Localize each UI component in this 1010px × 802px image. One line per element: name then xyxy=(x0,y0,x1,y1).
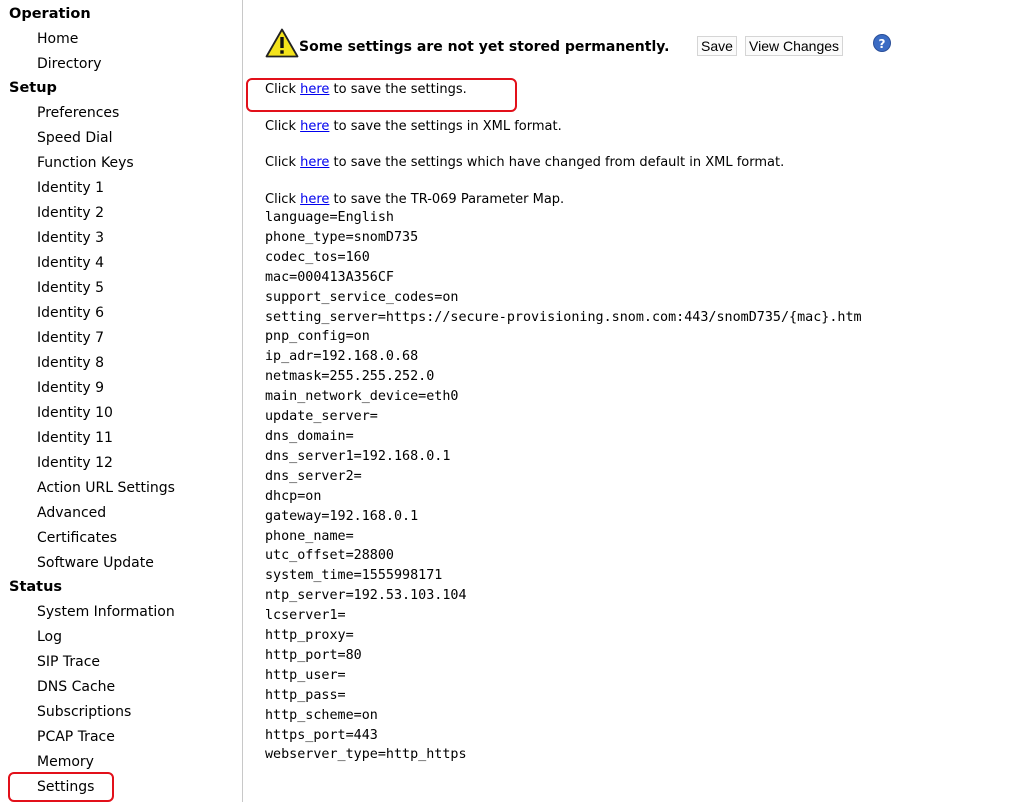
setting-line: http_user= xyxy=(265,667,346,683)
setting-line: phone_name= xyxy=(265,528,354,544)
setting-line: http_pass= xyxy=(265,687,346,703)
nav-item-certificates[interactable]: Certificates xyxy=(37,529,117,547)
setting-line: pnp_config=on xyxy=(265,329,370,345)
save-tr069-link[interactable]: here xyxy=(300,192,329,207)
nav-item-directory[interactable]: Directory xyxy=(37,55,102,73)
section-heading-status: Status xyxy=(9,579,63,595)
setting-line: http_port=80 xyxy=(265,647,362,663)
setting-line: mac=000413A356CF xyxy=(265,269,394,285)
save-changed-xml-line: Click here to save the settings which ha… xyxy=(265,155,785,170)
setting-line: language=English xyxy=(265,210,394,225)
save-xml-link[interactable]: here xyxy=(300,119,329,134)
setting-line: gateway=192.168.0.1 xyxy=(265,508,419,524)
setting-line: dhcp=on xyxy=(265,488,322,504)
nav-item-function-keys[interactable]: Function Keys xyxy=(37,154,134,172)
setting-line: utc_offset=28800 xyxy=(265,548,394,564)
settings-dump: language=English phone_type=snomD735codec… xyxy=(265,208,862,765)
nav-item-dns-cache[interactable]: DNS Cache xyxy=(37,678,115,696)
setting-line: ip_adr=192.168.0.68 xyxy=(265,349,419,365)
setting-line: netmask=255.255.252.0 xyxy=(265,369,435,385)
nav-item-identity-9[interactable]: Identity 9 xyxy=(37,379,104,397)
setting-line: http_scheme=on xyxy=(265,707,378,723)
setting-line: update_server= xyxy=(265,409,378,425)
nav-item-identity-12[interactable]: Identity 12 xyxy=(37,454,113,472)
nav-item-identity-1[interactable]: Identity 1 xyxy=(37,179,104,197)
help-icon[interactable]: ? xyxy=(873,34,891,52)
nav-item-identity-3[interactable]: Identity 3 xyxy=(37,229,104,247)
setting-line: setting_server=https://secure-provisioni… xyxy=(265,309,862,325)
setting-line: dns_domain= xyxy=(265,428,354,444)
section-heading-operation: Operation xyxy=(9,6,91,22)
nav-item-identity-7[interactable]: Identity 7 xyxy=(37,329,104,347)
nav-item-identity-10[interactable]: Identity 10 xyxy=(37,404,113,422)
nav-item-identity-6[interactable]: Identity 6 xyxy=(37,304,104,322)
section-heading-setup: Setup xyxy=(9,80,57,96)
unsaved-notice-text: Some settings are not yet stored permane… xyxy=(299,39,670,55)
nav-item-advanced[interactable]: Advanced xyxy=(37,504,106,522)
settings-highlight-box xyxy=(8,772,114,802)
setting-line: codec_tos=160 xyxy=(265,249,370,265)
setting-line: https_port=443 xyxy=(265,727,378,743)
nav-item-identity-4[interactable]: Identity 4 xyxy=(37,254,104,272)
setting-line: dns_server1=192.168.0.1 xyxy=(265,448,451,464)
nav-item-subscriptions[interactable]: Subscriptions xyxy=(37,703,131,721)
setting-line: dns_server2= xyxy=(265,468,362,484)
view-changes-button[interactable]: View Changes xyxy=(745,36,844,56)
nav-item-software-update[interactable]: Software Update xyxy=(37,554,154,572)
warning-icon xyxy=(265,28,299,58)
save-button[interactable]: Save xyxy=(697,36,737,56)
save-tr069-line: Click here to save the TR-069 Parameter … xyxy=(265,192,565,207)
nav-item-system-information[interactable]: System Information xyxy=(37,603,175,621)
nav-item-log[interactable]: Log xyxy=(37,628,62,646)
setting-line: system_time=1555998171 xyxy=(265,568,443,584)
nav-item-pcap-trace[interactable]: PCAP Trace xyxy=(37,728,115,746)
setting-line: webserver_type=http_https xyxy=(265,747,467,763)
nav-item-home[interactable]: Home xyxy=(37,30,78,48)
nav-item-sip-trace[interactable]: SIP Trace xyxy=(37,653,100,671)
save-changed-xml-link[interactable]: here xyxy=(300,155,329,170)
setting-line: phone_type=snomD735 xyxy=(265,229,419,245)
nav-item-preferences[interactable]: Preferences xyxy=(37,104,119,122)
nav-item-identity-5[interactable]: Identity 5 xyxy=(37,279,104,297)
setting-line: main_network_device=eth0 xyxy=(265,389,459,405)
nav-item-memory[interactable]: Memory xyxy=(37,753,94,771)
save-link-highlight-box xyxy=(246,78,517,112)
nav-item-identity-2[interactable]: Identity 2 xyxy=(37,204,104,222)
main-content: Some settings are not yet stored permane… xyxy=(244,0,1010,802)
setting-line: lcserver1= xyxy=(265,608,346,624)
sidebar-nav: Operation Home Directory Setup Preferenc… xyxy=(0,0,243,802)
setting-line: support_service_codes=on xyxy=(265,289,459,305)
nav-item-speed-dial[interactable]: Speed Dial xyxy=(37,129,112,147)
nav-item-identity-11[interactable]: Identity 11 xyxy=(37,429,113,447)
nav-item-identity-8[interactable]: Identity 8 xyxy=(37,354,104,372)
nav-item-action-url-settings[interactable]: Action URL Settings xyxy=(37,479,175,497)
setting-line: http_proxy= xyxy=(265,628,354,644)
setting-line: ntp_server=192.53.103.104 xyxy=(265,588,467,604)
save-xml-line: Click here to save the settings in XML f… xyxy=(265,119,562,134)
